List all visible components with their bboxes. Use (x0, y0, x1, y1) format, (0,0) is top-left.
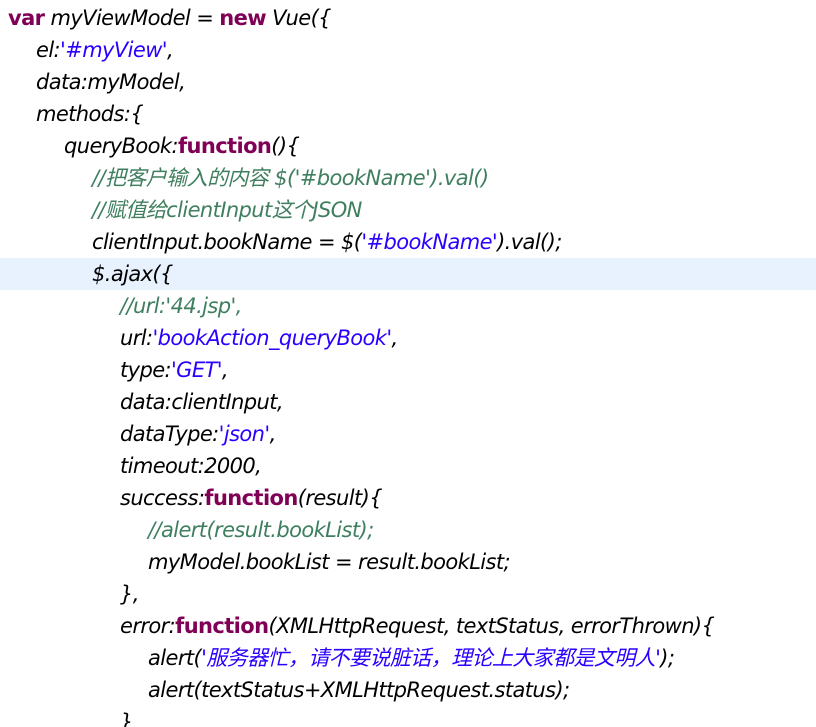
code-token-plain: (XMLHttpRequest, textStatus, errorThrown… (268, 614, 715, 638)
code-token-plain: alert(textStatus+XMLHttpRequest.status); (148, 678, 570, 702)
code-token-plain: (){ (271, 134, 300, 158)
code-token-plain: , (269, 422, 277, 446)
code-token-plain: data:myModel, (36, 70, 186, 94)
code-token-str: 'json' (218, 422, 270, 446)
code-token-plain: url: (120, 326, 153, 350)
code-token-plain: ).val(); (497, 230, 562, 254)
code-token-plain: alert( (148, 646, 202, 670)
code-token-plain: clientInput.bookName = $( (92, 230, 362, 254)
code-token-cmt: //alert(result.bookList); (148, 518, 374, 542)
code-token-cmt: //把客户输入的内容 $('#bookName').val() (92, 166, 489, 190)
code-token-plain: (result){ (297, 486, 383, 510)
code-token-plain: dataType: (120, 422, 219, 446)
code-line[interactable]: error:function(XMLHttpRequest, textStatu… (0, 610, 816, 642)
code-line[interactable]: myModel.bookList = result.bookList; (0, 546, 816, 578)
code-line[interactable]: methods:{ (0, 98, 816, 130)
code-line[interactable]: } (0, 706, 816, 727)
code-line[interactable]: dataType:'json', (0, 418, 816, 450)
code-token-str: 'bookAction_queryBook' (152, 326, 392, 350)
code-line[interactable]: alert('服务器忙，请不要说脏话，理论上大家都是文明人'); (0, 642, 816, 674)
code-token-plain: , (391, 326, 399, 350)
code-token-plain: myViewModel = (44, 6, 220, 30)
code-line[interactable]: //赋值给clientInput这个JSON (0, 194, 816, 226)
code-line[interactable]: //把客户输入的内容 $('#bookName').val() (0, 162, 816, 194)
code-line[interactable]: $.ajax({ (0, 258, 816, 290)
code-line[interactable]: queryBook:function(){ (0, 130, 816, 162)
code-token-plain: Vue({ (266, 6, 331, 30)
code-token-plain: ); (660, 646, 675, 670)
code-token-str: '#bookName' (361, 230, 498, 254)
code-token-plain: error: (120, 614, 176, 638)
code-token-str: '服务器忙，请不要说脏话，理论上大家都是文明人' (201, 646, 661, 670)
code-token-plain: , (166, 38, 174, 62)
code-line[interactable]: timeout:2000, (0, 450, 816, 482)
code-token-str: '#myView' (60, 38, 168, 62)
code-token-plain: type: (120, 358, 172, 382)
code-line[interactable]: //alert(result.bookList); (0, 514, 816, 546)
code-line[interactable]: el:'#myView', (0, 34, 816, 66)
code-editor[interactable]: var myViewModel = new Vue({el:'#myView',… (0, 0, 816, 727)
code-token-cmt: //url:'44.jsp', (120, 294, 242, 318)
code-token-plain: data:clientInput, (120, 390, 284, 414)
code-token-plain: queryBook: (64, 134, 179, 158)
code-line[interactable]: url:'bookAction_queryBook', (0, 322, 816, 354)
code-token-kw: new (219, 6, 267, 30)
code-line[interactable]: data:clientInput, (0, 386, 816, 418)
code-token-plain: $.ajax({ (92, 262, 173, 286)
code-token-kw: function (175, 614, 269, 638)
code-token-plain: methods:{ (36, 102, 144, 126)
code-line[interactable]: clientInput.bookName = $('#bookName').va… (0, 226, 816, 258)
code-token-plain: success: (120, 486, 205, 510)
code-line[interactable]: alert(textStatus+XMLHttpRequest.status); (0, 674, 816, 706)
code-token-plain: } (120, 710, 133, 727)
code-line[interactable]: type:'GET', (0, 354, 816, 386)
code-line[interactable]: var myViewModel = new Vue({ (0, 2, 816, 34)
code-token-kw: var (8, 6, 45, 30)
code-token-plain: timeout:2000, (120, 454, 262, 478)
code-token-plain: el: (36, 38, 61, 62)
code-line[interactable]: success:function(result){ (0, 482, 816, 514)
code-token-plain: myModel.bookList = result.bookList; (148, 550, 511, 574)
code-token-cmt: //赋值给clientInput这个JSON (92, 198, 362, 222)
code-line[interactable]: data:myModel, (0, 66, 816, 98)
code-token-kw: function (204, 486, 298, 510)
code-line[interactable]: }, (0, 578, 816, 610)
code-line[interactable]: //url:'44.jsp', (0, 290, 816, 322)
code-token-kw: function (177, 134, 272, 158)
code-token-plain: , (221, 358, 229, 382)
code-token-str: 'GET' (171, 358, 223, 382)
code-token-plain: }, (120, 582, 139, 606)
